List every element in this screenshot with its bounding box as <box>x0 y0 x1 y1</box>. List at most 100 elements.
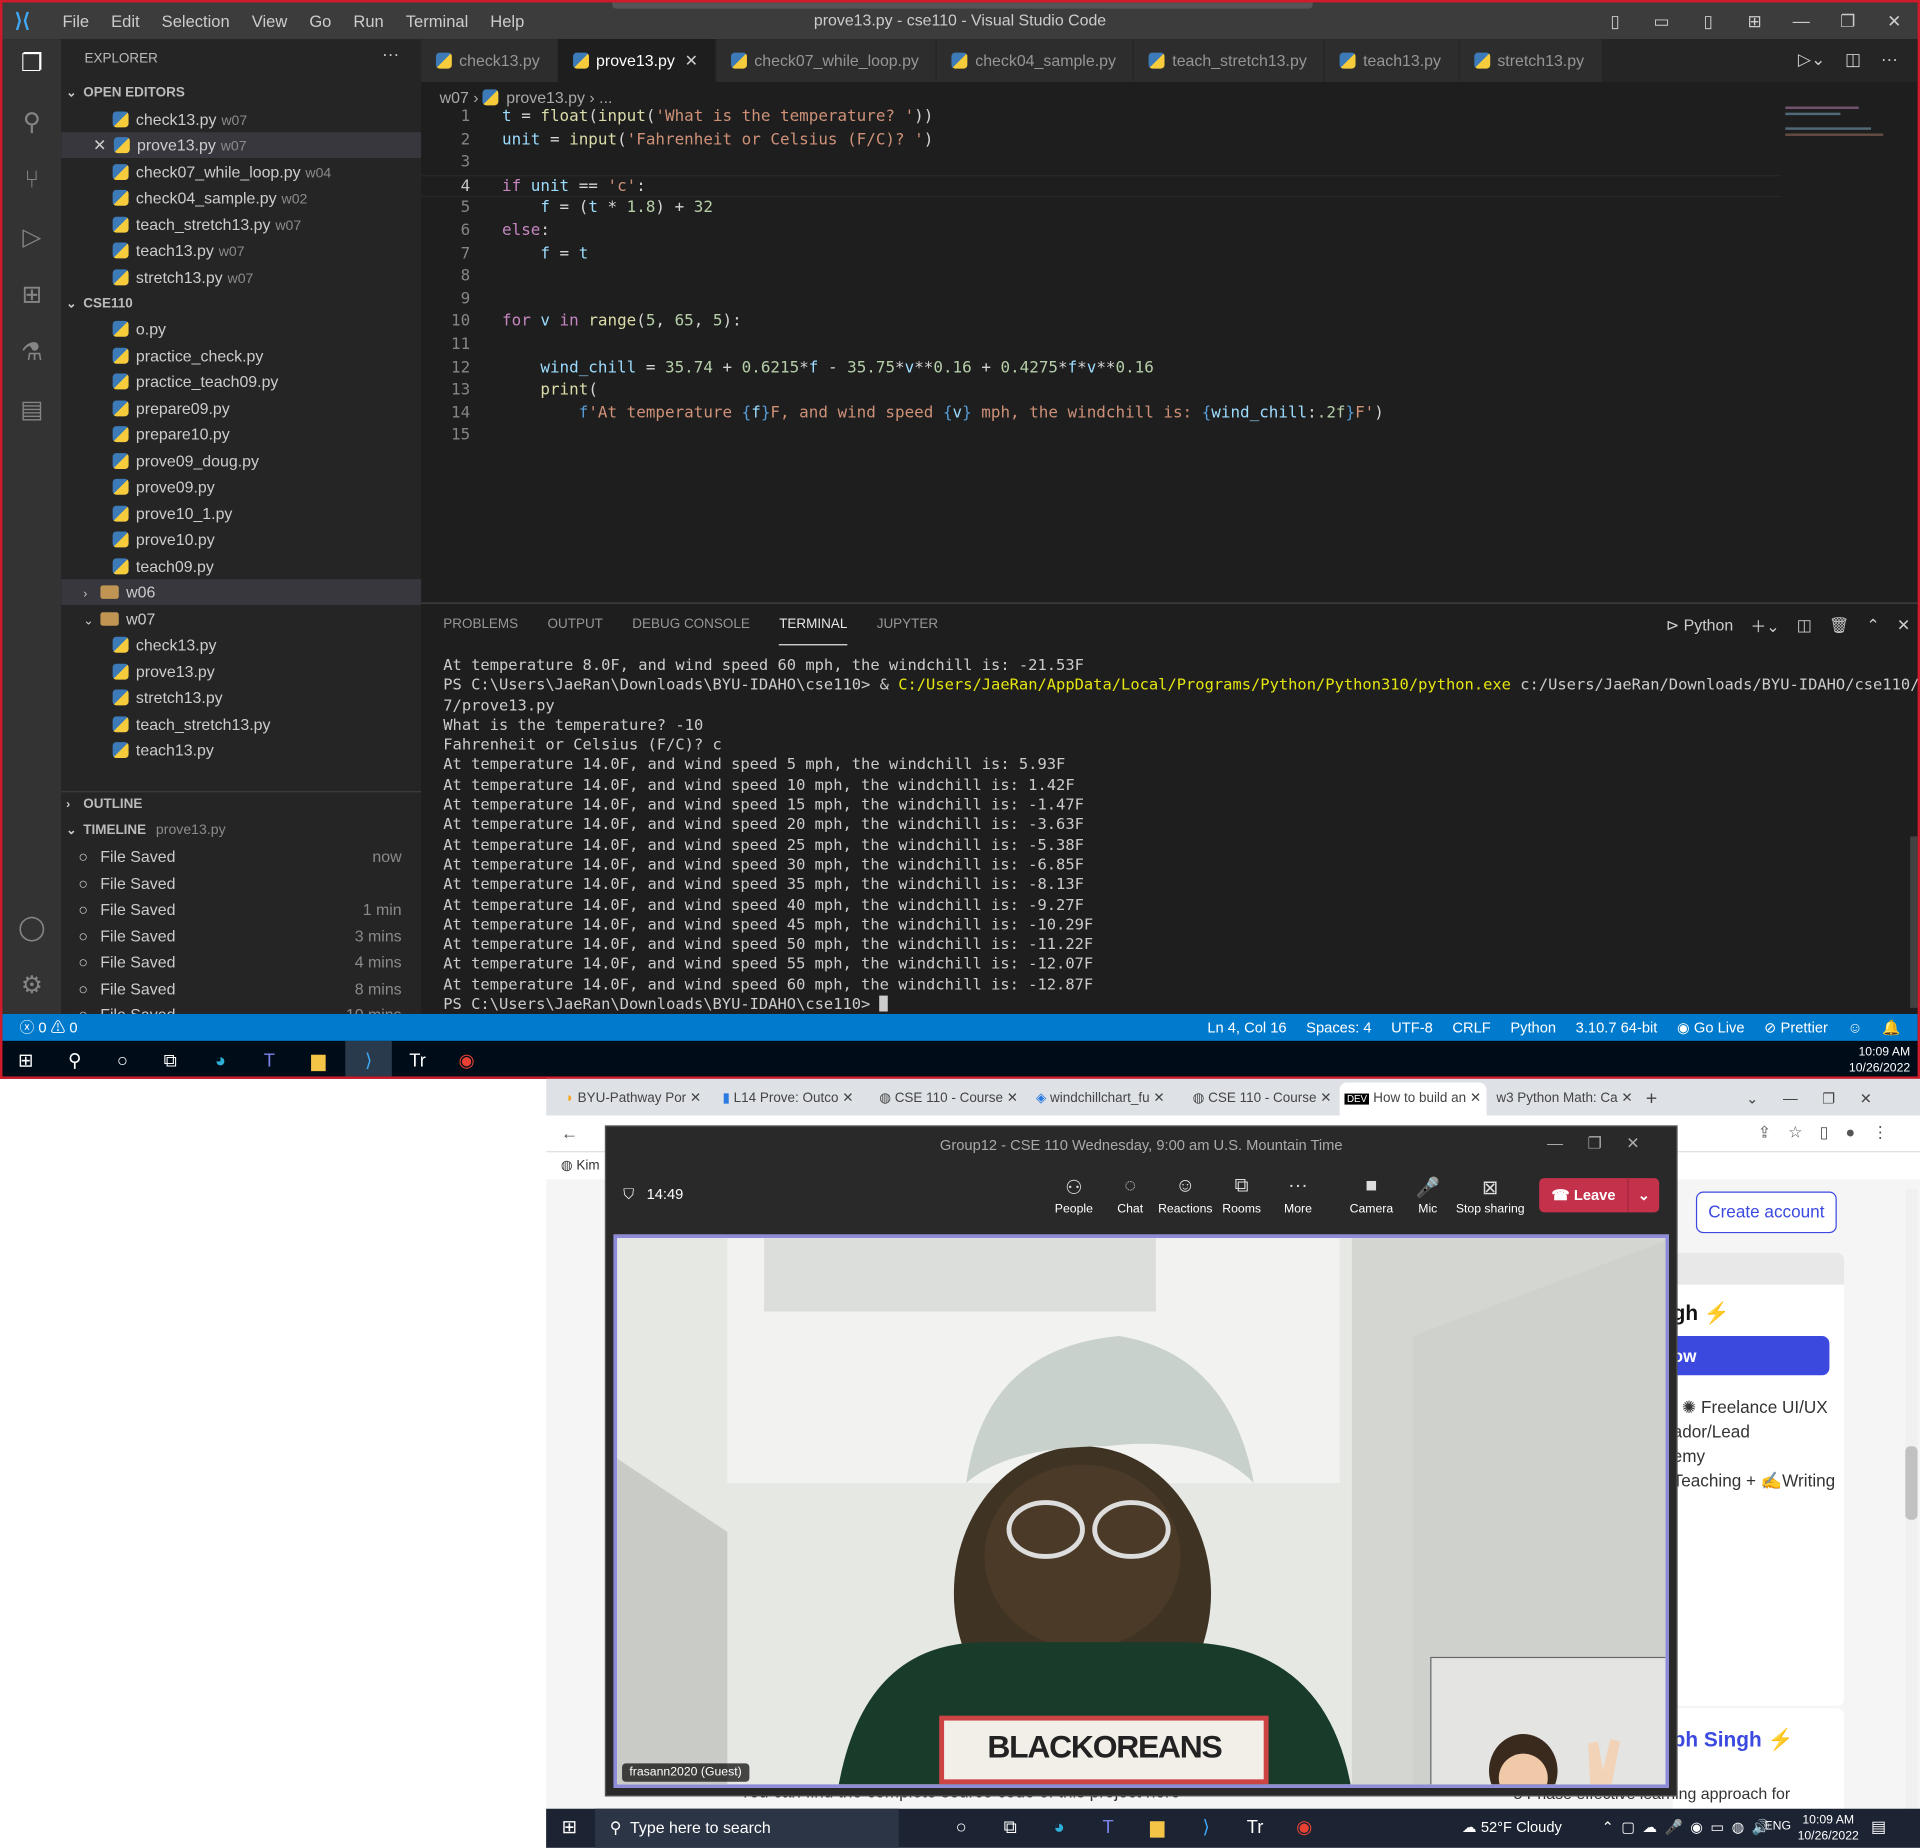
people-button[interactable]: ⚇ People <box>1043 1176 1104 1216</box>
timeline-item[interactable]: ○ File Saved 1 min <box>61 896 421 922</box>
typora-icon[interactable]: Tr <box>404 1048 431 1075</box>
windows-start-icon[interactable]: ⊞ <box>12 1048 39 1075</box>
chrome-icon[interactable]: ◉ <box>1291 1815 1318 1842</box>
file-item[interactable]: o.py <box>61 316 421 342</box>
timeline-item[interactable]: ○ File Saved 4 mins <box>61 949 421 975</box>
timeline-section[interactable]: ⌄ TIMELINE prove13.py <box>61 818 421 844</box>
file-item[interactable]: check13.py <box>61 632 421 658</box>
panel-tab-jupyter[interactable]: JUPYTER <box>877 604 938 646</box>
split-terminal-icon[interactable]: ◫ <box>1797 615 1812 635</box>
source-control-icon[interactable]: ⑂ <box>17 165 46 194</box>
follow-button[interactable]: ow <box>1672 1336 1830 1376</box>
teams-icon[interactable]: T <box>256 1048 283 1075</box>
tab-prove13[interactable]: prove13.py ✕ <box>558 39 717 83</box>
workspace-section[interactable]: ⌄ CSE110 <box>61 291 421 317</box>
folder-w06[interactable]: › w06 <box>61 579 422 605</box>
file-item[interactable]: teach13.py <box>61 737 421 763</box>
stop-sharing-button[interactable]: ⊠ Stop sharing <box>1453 1176 1526 1216</box>
file-item[interactable]: teach_stretch13.py <box>61 711 421 737</box>
chevron-down-icon[interactable]: ⌄ <box>1627 1178 1659 1213</box>
file-item[interactable]: prepare09.py <box>61 396 421 422</box>
more-actions-icon[interactable]: ··· <box>382 44 399 64</box>
browser-toolbar-icons[interactable]: ⇪☆▯●⋮ <box>1758 1123 1906 1143</box>
search-icon[interactable]: ⚲ <box>17 108 46 137</box>
browser-tab[interactable]: ◈ windchillchart_fu ✕ <box>1036 1083 1173 1116</box>
language-mode[interactable]: Python <box>1510 1014 1556 1041</box>
create-account-button[interactable]: Create account <box>1695 1191 1837 1234</box>
python-interpreter[interactable]: 3.10.7 64-bit <box>1576 1014 1658 1041</box>
open-editor-item[interactable]: teach_stretch13.py w07 <box>61 212 421 238</box>
tab-teach-stretch13[interactable]: teach_stretch13.py <box>1134 39 1326 83</box>
browser-tab[interactable]: ◍ CSE 110 - Course ✕ <box>1193 1083 1330 1116</box>
weather-widget[interactable]: ☁ 52°F Cloudy <box>1462 1819 1562 1836</box>
cortana-icon[interactable]: ○ <box>109 1048 136 1075</box>
close-tab-icon[interactable]: ✕ <box>685 51 698 69</box>
file-item[interactable]: prove09.py <box>61 474 421 500</box>
task-view-icon[interactable]: ⧉ <box>997 1815 1024 1842</box>
timeline-item[interactable]: ○ File Saved 3 mins <box>61 923 421 949</box>
minimap[interactable] <box>1785 106 1907 144</box>
clock[interactable]: 10:09 AM 10/26/2022 <box>1849 1045 1910 1077</box>
chat-button[interactable]: ◌ Chat <box>1100 1176 1161 1216</box>
open-editor-item[interactable]: check04_sample.py w02 <box>61 185 421 211</box>
close-panel-icon[interactable]: ✕ <box>1897 615 1910 635</box>
vscode-taskbar-button[interactable]: ⟩ <box>345 1040 392 1077</box>
terminal-shell-selector[interactable]: ⊳ Python <box>1666 615 1733 635</box>
restore-icon[interactable]: ❐ <box>1825 10 1872 31</box>
close-window-icon[interactable]: ✕ <box>1871 10 1918 31</box>
go-live-button[interactable]: ◉ Go Live <box>1677 1014 1745 1041</box>
timeline-item[interactable]: ○ File Saved 8 mins <box>61 976 421 1002</box>
browser-tab-active[interactable]: DEV How to build an ✕ <box>1339 1082 1487 1116</box>
file-item[interactable]: teach09.py <box>61 554 421 580</box>
open-editor-item[interactable]: check13.py w07 <box>61 107 421 133</box>
more-button[interactable]: ··· More <box>1267 1176 1328 1216</box>
timeline-item[interactable]: ○File Saved10 mins <box>61 1002 421 1014</box>
open-editor-item[interactable]: teach13.py w07 <box>61 238 421 264</box>
typora-icon[interactable]: Tr <box>1242 1815 1269 1842</box>
encoding[interactable]: UTF-8 <box>1391 1014 1433 1041</box>
close-editor-icon[interactable]: ✕ <box>93 136 106 154</box>
task-view-icon[interactable]: ⧉ <box>157 1048 184 1075</box>
folder-w07[interactable]: ⌄ w07 <box>61 606 421 632</box>
open-editor-item[interactable]: stretch13.py w07 <box>61 265 421 291</box>
toggle-secondary-icon[interactable]: ▯ <box>1685 10 1732 31</box>
file-explorer-icon[interactable]: ▆ <box>1144 1815 1171 1842</box>
clock[interactable]: 10:09 AM 10/26/2022 <box>1798 1812 1859 1844</box>
customize-layout-icon[interactable]: ⊞ <box>1731 10 1778 31</box>
file-item[interactable]: prove09_doug.py <box>61 448 421 474</box>
cortana-icon[interactable]: ○ <box>948 1815 975 1842</box>
tab-stretch13[interactable]: stretch13.py <box>1459 39 1603 83</box>
file-item[interactable]: prove13.py <box>61 659 421 685</box>
panel-tab-terminal[interactable]: TERMINAL <box>779 604 848 646</box>
browser-tab[interactable]: ◗ BYU-Pathway Por ✕ <box>566 1083 703 1116</box>
vscode-icon[interactable]: ⟩ <box>1193 1815 1220 1842</box>
teams-icon[interactable]: T <box>1095 1815 1122 1842</box>
edge-icon[interactable]: ◕ <box>207 1048 234 1075</box>
more-actions-icon[interactable]: ··· <box>1881 49 1898 70</box>
maximize-panel-icon[interactable]: ⌃ <box>1866 615 1879 635</box>
browser-tab[interactable]: ◍ CSE 110 - Course ✕ <box>879 1083 1016 1116</box>
rooms-button[interactable]: ⧉ Rooms <box>1211 1176 1272 1216</box>
taskbar-search-box[interactable]: ⚲ Type here to search <box>595 1808 899 1848</box>
panel-tab-problems[interactable]: PROBLEMS <box>443 604 518 646</box>
terminal-output[interactable]: At temperature 8.0F, and wind speed 60 m… <box>443 655 1917 1014</box>
search-icon[interactable]: ⚲ <box>61 1048 88 1075</box>
minimize-icon[interactable]: — <box>1778 11 1825 31</box>
tab-check13[interactable]: check13.py <box>421 39 559 83</box>
tab-check04[interactable]: check04_sample.py <box>937 39 1135 83</box>
new-terminal-icon[interactable]: ＋⌄ <box>1750 614 1779 637</box>
file-item[interactable]: prove10.py <box>61 527 421 553</box>
terminal-scrollbar[interactable] <box>1910 836 1918 1008</box>
mic-button[interactable]: 🎤 Mic <box>1397 1176 1458 1216</box>
notifications-icon[interactable]: ▤ <box>1871 1817 1886 1837</box>
run-debug-icon[interactable]: ▷ <box>17 223 46 252</box>
cursor-position[interactable]: Ln 4, Col 16 <box>1207 1014 1286 1041</box>
toggle-panel-icon[interactable]: ▭ <box>1638 10 1685 31</box>
panel-tab-output[interactable]: OUTPUT <box>548 604 603 646</box>
outline-section[interactable]: › OUTLINE <box>61 791 422 817</box>
account-icon[interactable]: ◯ <box>17 914 46 943</box>
tab-check07[interactable]: check07_while_loop.py <box>716 39 938 83</box>
feedback-icon[interactable]: ☺ <box>1848 1014 1863 1041</box>
indentation[interactable]: Spaces: 4 <box>1306 1014 1371 1041</box>
timeline-item[interactable]: ○ File Saved <box>61 871 421 897</box>
